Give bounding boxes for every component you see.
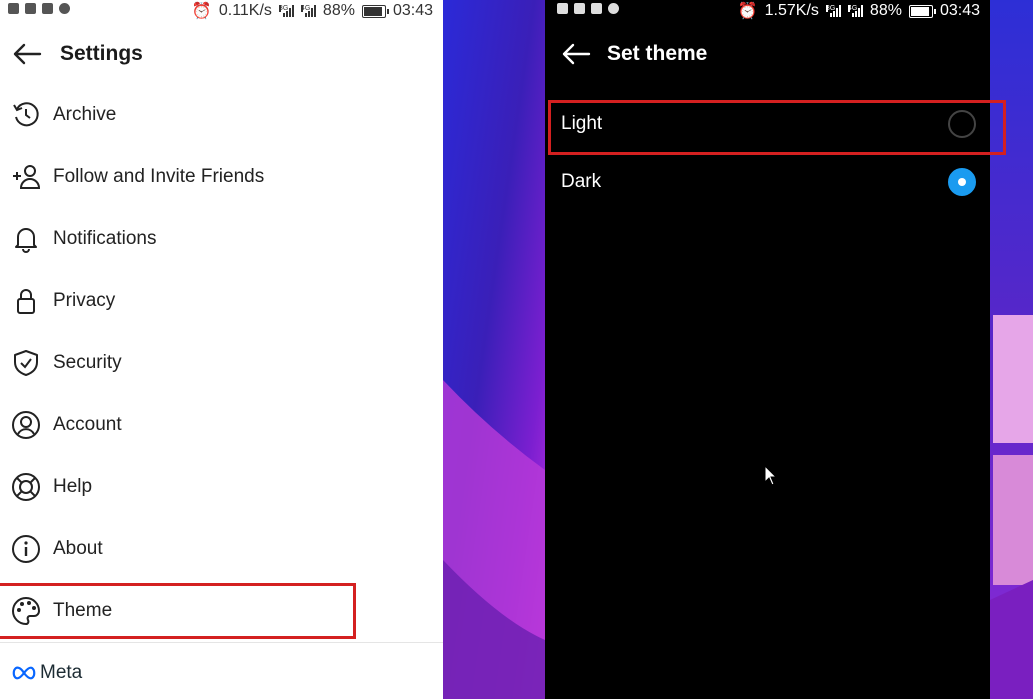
menu-item-security[interactable]: Security bbox=[0, 332, 443, 394]
arrow-left-icon[interactable] bbox=[12, 42, 42, 66]
user-circle-icon bbox=[11, 410, 41, 440]
battery-icon bbox=[908, 4, 936, 18]
menu-label-security: Security bbox=[53, 352, 122, 373]
menu-item-archive[interactable]: Archive bbox=[0, 84, 443, 146]
status-bar: ⏰ 1.57K/s 3G 4G 88% 03:43 bbox=[545, 0, 990, 22]
menu-label-follow-invite: Follow and Invite Friends bbox=[53, 166, 265, 187]
app-icon bbox=[25, 3, 36, 14]
theme-option-dark[interactable]: Dark bbox=[545, 154, 990, 210]
meta-logo: Meta bbox=[12, 662, 82, 684]
theme-highlight-box bbox=[0, 583, 356, 639]
arrow-left-icon[interactable] bbox=[561, 42, 591, 66]
signal-3g-icon: 3G bbox=[278, 5, 294, 17]
signal-4g-icon: 4G bbox=[847, 5, 863, 17]
radio-signal-icon bbox=[608, 3, 619, 14]
notification-icons bbox=[557, 3, 619, 14]
signal-3g-icon: 3G bbox=[825, 5, 841, 17]
app-icon bbox=[42, 3, 53, 14]
bell-icon bbox=[11, 224, 41, 254]
page-title: Settings bbox=[60, 42, 143, 65]
archive-clock-icon bbox=[11, 100, 41, 130]
alarm-icon: ⏰ bbox=[737, 3, 758, 20]
menu-label-account: Account bbox=[53, 414, 122, 435]
gallery-icon bbox=[557, 3, 568, 14]
signal-4g-icon: 4G bbox=[300, 5, 316, 17]
theme-option-label: Dark bbox=[561, 171, 602, 192]
set-theme-header: Set theme bbox=[545, 32, 990, 76]
clock: 03:43 bbox=[939, 2, 980, 19]
lock-icon bbox=[11, 286, 41, 316]
status-bar: ⏰ 0.11K/s 3G 4G 88% 03:43 bbox=[0, 0, 443, 22]
clock: 03:43 bbox=[392, 2, 433, 19]
alarm-icon: ⏰ bbox=[191, 3, 212, 20]
battery-percent: 88% bbox=[322, 2, 355, 19]
settings-menu: Archive Follow and Invite Friends Notifi… bbox=[0, 84, 443, 642]
app-icon bbox=[574, 3, 585, 14]
menu-label-help: Help bbox=[53, 476, 93, 497]
menu-label-notifications: Notifications bbox=[53, 228, 157, 249]
menu-item-about[interactable]: About bbox=[0, 518, 443, 580]
network-speed: 0.11K/s bbox=[218, 2, 272, 19]
footer-divider bbox=[0, 642, 443, 643]
add-person-icon bbox=[11, 162, 41, 192]
menu-item-notifications[interactable]: Notifications bbox=[0, 208, 443, 270]
menu-item-account[interactable]: Account bbox=[0, 394, 443, 456]
info-icon bbox=[11, 534, 41, 564]
meta-infinity-icon bbox=[12, 666, 36, 680]
menu-label-archive: Archive bbox=[53, 104, 117, 125]
battery-icon bbox=[361, 4, 389, 18]
notification-icons bbox=[8, 3, 70, 14]
menu-label-about: About bbox=[53, 538, 103, 559]
light-option-highlight-box bbox=[548, 100, 1006, 155]
menu-item-follow-invite[interactable]: Follow and Invite Friends bbox=[0, 146, 443, 208]
menu-item-help[interactable]: Help bbox=[0, 456, 443, 518]
meta-wordmark: Meta bbox=[40, 662, 83, 683]
settings-header: Settings bbox=[0, 32, 443, 76]
menu-item-privacy[interactable]: Privacy bbox=[0, 270, 443, 332]
menu-label-privacy: Privacy bbox=[53, 290, 116, 311]
app-icon bbox=[591, 3, 602, 14]
gallery-icon bbox=[8, 3, 19, 14]
radio-signal-icon bbox=[59, 3, 70, 14]
battery-percent: 88% bbox=[869, 2, 902, 19]
network-speed: 1.57K/s bbox=[764, 2, 819, 19]
lifebuoy-icon bbox=[11, 472, 41, 502]
page-title: Set theme bbox=[607, 42, 708, 65]
radio-selected[interactable] bbox=[948, 168, 976, 196]
mouse-cursor-icon bbox=[764, 465, 778, 486]
shield-check-icon bbox=[11, 348, 41, 378]
